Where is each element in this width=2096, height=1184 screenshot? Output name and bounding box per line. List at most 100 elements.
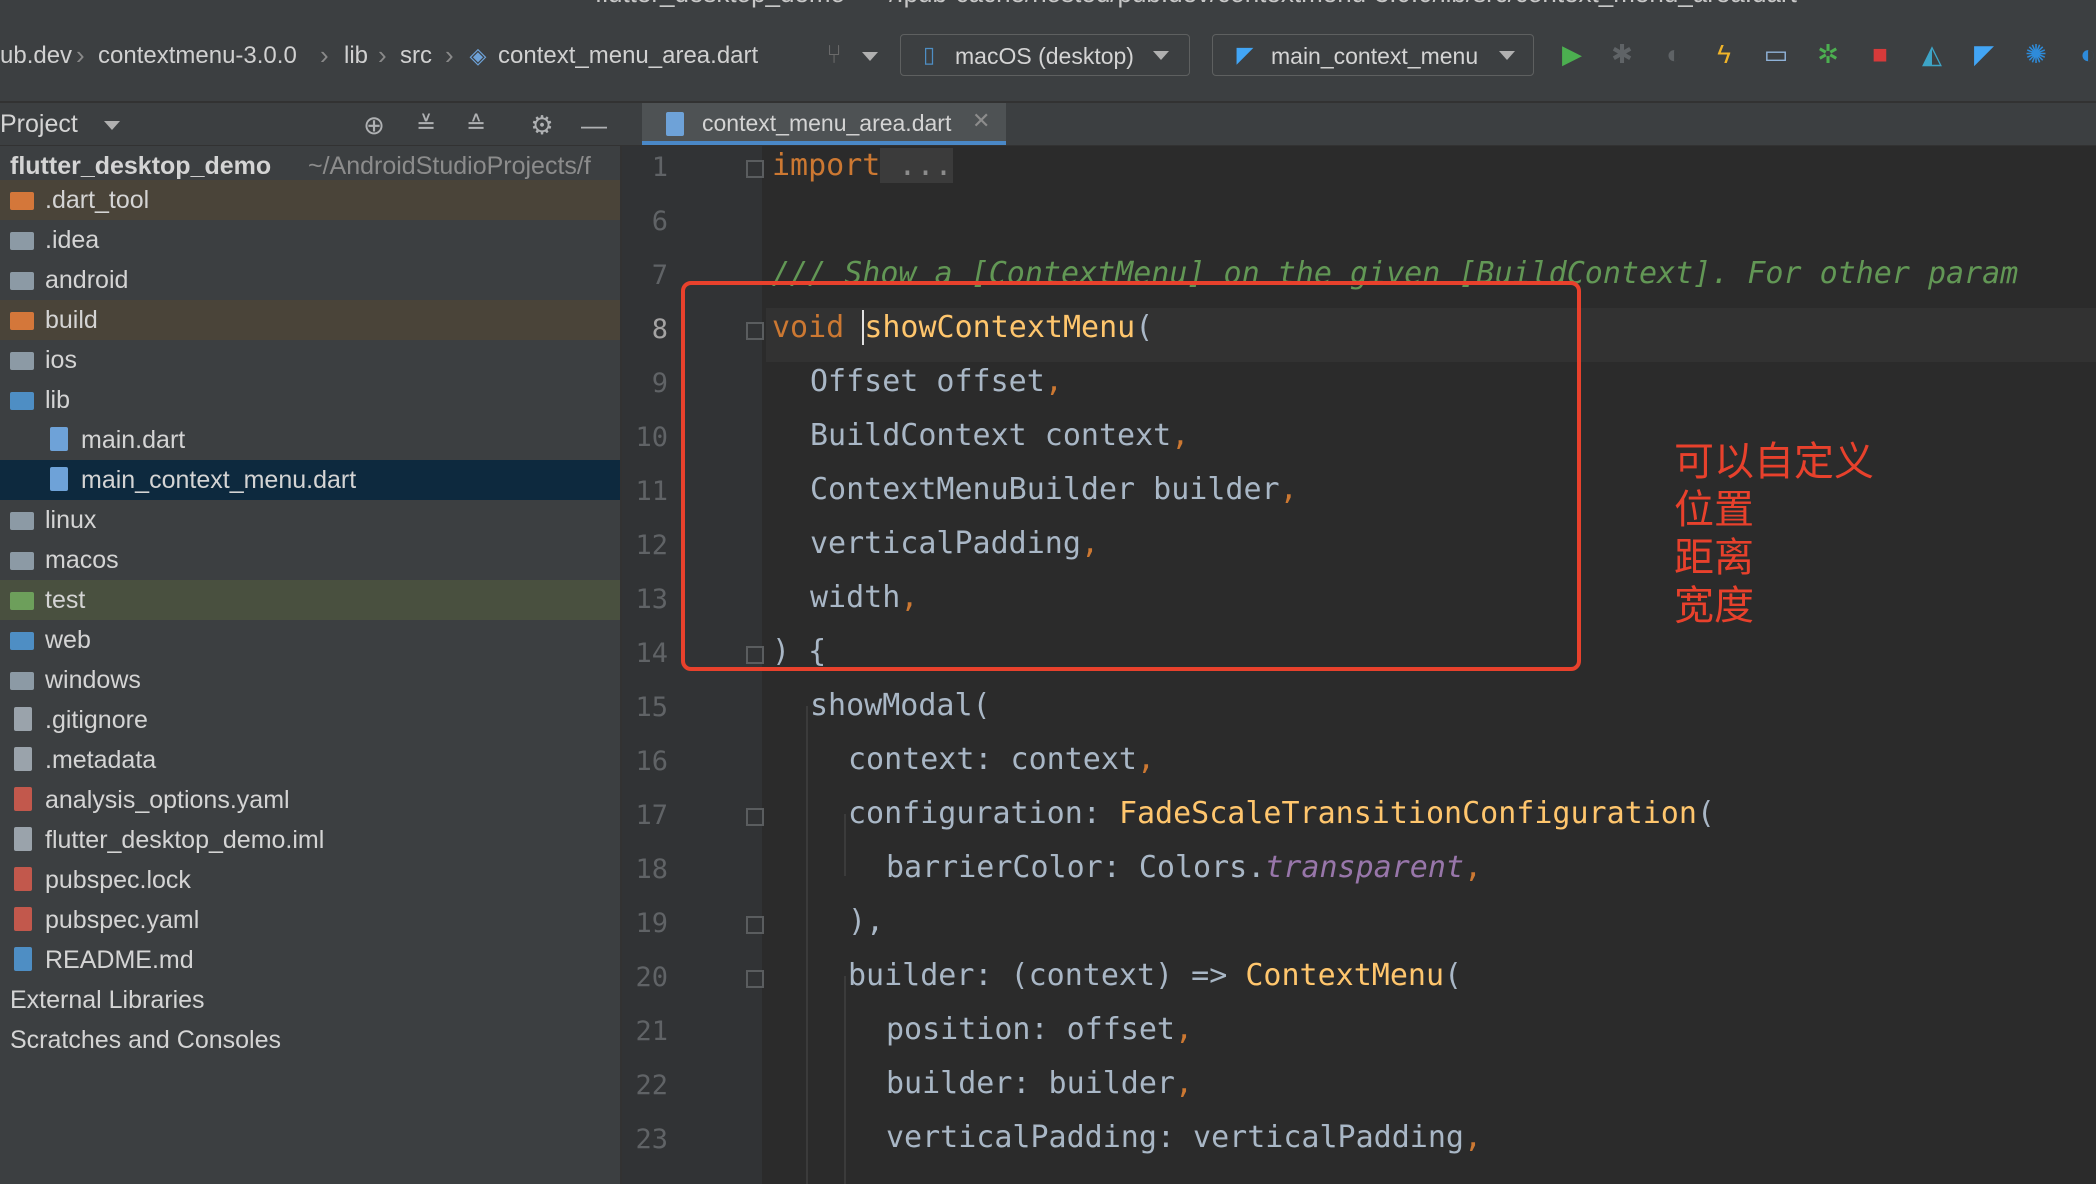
tree-item-label: ios (45, 346, 77, 374)
indent-guide (844, 814, 846, 876)
tree-item-idea[interactable]: .idea (0, 220, 620, 260)
tree-item-build[interactable]: build (0, 300, 620, 340)
tree-item-scratches[interactable]: Scratches and Consoles (0, 1020, 620, 1060)
folder-icon (10, 552, 34, 570)
run-config-selector[interactable]: ◤ main_context_menu (1212, 34, 1534, 76)
tree-item-pubspec-lock[interactable]: pubspec.lock (0, 860, 620, 900)
tree-item-label: .dart_tool (45, 186, 150, 214)
tree-item-external-libraries[interactable]: External Libraries (0, 980, 620, 1020)
code-line-18: barrierColor: Colors.transparent, (886, 850, 1483, 885)
window-title-bar: flutter_desktop_demo – ~/.pub-cache/host… (0, 0, 2096, 10)
tree-item-macos[interactable]: macos (0, 540, 620, 580)
bug-icon[interactable]: ✺ (2018, 36, 2054, 72)
tree-item-label: linux (45, 506, 97, 534)
tree-item-label: pubspec.yaml (45, 906, 200, 934)
breadcrumb-item[interactable]: context_menu_area.dart (498, 42, 758, 70)
debug-icon[interactable]: ✱ (1604, 36, 1640, 72)
breadcrumb-item[interactable]: lib (344, 42, 368, 70)
line-number: 18 (635, 854, 668, 885)
line-number: 12 (635, 530, 668, 561)
fold-toggle-icon[interactable] (746, 808, 764, 826)
line-number: 15 (635, 692, 668, 723)
folder-icon (10, 592, 34, 610)
tree-item-label: .gitignore (45, 706, 148, 734)
tree-item-ios[interactable]: ios (0, 340, 620, 380)
device-selector[interactable]: ▯ macOS (desktop) (900, 34, 1190, 76)
tree-item-analysis-options[interactable]: analysis_options.yaml (0, 780, 620, 820)
tree-item-label: flutter_desktop_demo.iml (45, 826, 325, 854)
attach-device-icon[interactable]: ▭ (1758, 36, 1794, 72)
project-panel-header: Project ⊕ ≚ ≙ ⚙ — (0, 103, 622, 146)
annotation-highlight-box (681, 281, 1581, 671)
tree-item-iml[interactable]: flutter_desktop_demo.iml (0, 820, 620, 860)
expand-all-icon[interactable]: ≚ (408, 107, 444, 143)
yaml-file-icon (14, 867, 32, 891)
device-manager-icon[interactable]: ◐ (2070, 36, 2096, 72)
device-selector-label: macOS (desktop) (955, 43, 1134, 69)
annotation-line: 宽度 (1674, 583, 1754, 629)
tree-item-pubspec-yaml[interactable]: pubspec.yaml (0, 900, 620, 940)
tree-item-linux[interactable]: linux (0, 500, 620, 540)
code-editor[interactable]: 1 6 7 8 9 10 11 12 13 14 15 16 17 18 19 … (622, 146, 2096, 1184)
phone-icon: ▯ (922, 42, 936, 67)
tree-item-label: pubspec.lock (45, 866, 191, 894)
tree-item-windows[interactable]: windows (0, 660, 620, 700)
tree-item-gitignore[interactable]: .gitignore (0, 700, 620, 740)
code-line-1: import ... (772, 148, 953, 183)
coverage-icon[interactable]: ◐ (1656, 36, 1692, 72)
collapse-all-icon[interactable]: ≙ (458, 107, 494, 143)
stop-icon[interactable]: ■ (1862, 36, 1898, 72)
locate-file-icon[interactable]: ⊕ (356, 107, 392, 143)
tree-item-android[interactable]: android (0, 260, 620, 300)
tree-item-main-dart[interactable]: main.dart (0, 420, 620, 460)
tree-item-label: macos (45, 546, 119, 574)
line-number: 20 (635, 962, 668, 993)
breadcrumb-item[interactable]: contextmenu-3.0.0 (98, 42, 297, 70)
folder-icon (10, 272, 34, 290)
chevron-right-icon: › (378, 40, 387, 70)
chevron-down-icon (1153, 51, 1169, 60)
annotation-line: 位置 (1674, 487, 1754, 533)
yaml-file-icon (14, 787, 32, 811)
minimize-icon[interactable]: — (576, 107, 612, 143)
project-root-path: ~/AndroidStudioProjects/f (308, 152, 591, 180)
line-number: 6 (651, 206, 668, 237)
main-toolbar: ub.dev › contextmenu-3.0.0 › lib › src ›… (0, 10, 2096, 103)
fold-toggle-icon[interactable] (746, 970, 764, 988)
chevron-down-icon[interactable] (862, 52, 878, 61)
markdown-file-icon (14, 947, 32, 971)
line-number: 10 (635, 422, 668, 453)
tree-item-metadata[interactable]: .metadata (0, 740, 620, 780)
line-number: 11 (635, 476, 668, 507)
code-line-20: builder: (context) => ContextMenu( (848, 958, 1463, 993)
close-icon[interactable]: ✕ (972, 108, 990, 134)
tree-item-label: README.md (45, 946, 194, 974)
tree-item-test[interactable]: test (0, 580, 620, 620)
run-icon[interactable]: ▶ (1554, 36, 1590, 72)
hot-reload-icon[interactable]: ϟ (1706, 36, 1742, 72)
annotation-line: 可以自定义 (1674, 439, 1874, 485)
code-line-23: verticalPadding: verticalPadding, (886, 1120, 1483, 1155)
tab-context-menu-area[interactable]: context_menu_area.dart ✕ (642, 103, 1006, 145)
project-view-title[interactable]: Project (0, 110, 78, 139)
gear-icon[interactable]: ⚙ (524, 107, 560, 143)
dart-devtools-icon[interactable]: ◭ (1914, 36, 1950, 72)
chevron-down-icon[interactable] (104, 121, 120, 130)
tree-item-main-context-menu-dart[interactable]: main_context_menu.dart (0, 460, 620, 500)
line-number: 1 (651, 152, 668, 183)
fold-toggle-icon[interactable] (746, 160, 764, 178)
breadcrumb-item[interactable]: src (400, 42, 432, 70)
attach-debugger-icon[interactable]: ✲ (1810, 36, 1846, 72)
tree-item-web[interactable]: web (0, 620, 620, 660)
breadcrumb-item[interactable]: ub.dev (0, 42, 72, 70)
tree-item-label: Scratches and Consoles (10, 1026, 281, 1054)
flutter-inspector-icon[interactable]: ◤ (1966, 36, 2002, 72)
fold-toggle-icon[interactable] (746, 916, 764, 934)
line-number: 21 (635, 1016, 668, 1047)
tree-item-readme[interactable]: README.md (0, 940, 620, 980)
chevron-down-icon (1499, 51, 1515, 60)
dart-file-icon (50, 427, 68, 451)
tree-item-dart-tool[interactable]: .dart_tool (0, 180, 620, 220)
git-branch-icon[interactable]: ⑂ (816, 36, 852, 72)
tree-item-lib[interactable]: lib (0, 380, 620, 420)
